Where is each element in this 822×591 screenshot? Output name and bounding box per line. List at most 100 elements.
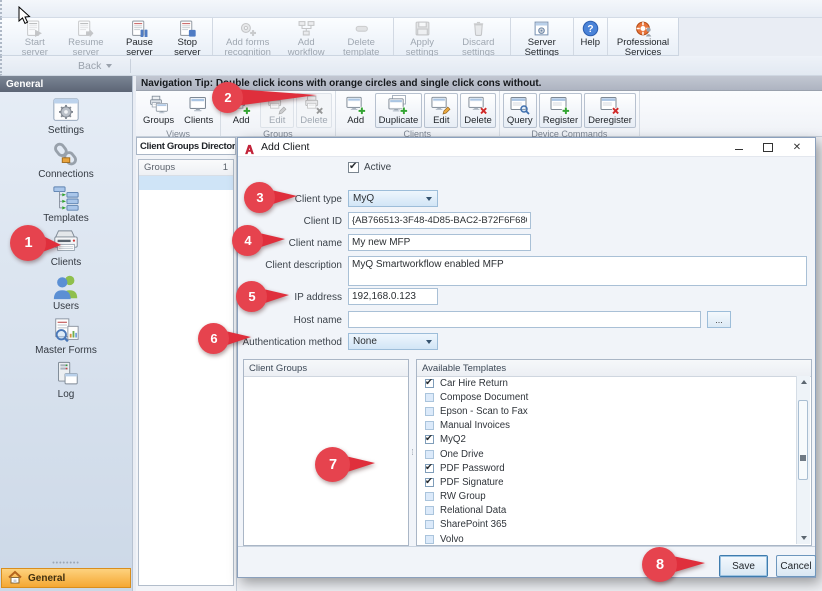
host-name-browse-button[interactable]: ... xyxy=(707,311,731,328)
menu-item[interactable] xyxy=(44,8,60,10)
sidebar-item-users[interactable]: Users xyxy=(0,273,132,317)
scroll-thumb[interactable] xyxy=(798,400,808,480)
template-item-pdf-signature[interactable]: PDF Signature xyxy=(418,475,796,489)
scroll-up-button[interactable] xyxy=(797,376,810,388)
templates-scrollbar[interactable] xyxy=(796,376,810,544)
sidebar-item-log[interactable]: Log xyxy=(0,361,132,405)
template-item-epson-scan-to-fax[interactable]: Epson - Scan to Fax xyxy=(418,404,796,418)
minimize-button[interactable] xyxy=(731,141,747,154)
toolbar-group: Professional Services xyxy=(608,18,678,55)
client-description-field[interactable]: MyQ Smartworkflow enabled MFP xyxy=(348,256,807,286)
ribbon-button-groups[interactable]: Groups xyxy=(139,93,178,128)
ribbon-button-register[interactable]: Register xyxy=(539,93,582,128)
client-id-field[interactable] xyxy=(348,212,531,229)
ribbon-button-edit[interactable]: Edit xyxy=(424,93,458,128)
toolbar-button-apply-settings[interactable]: Apply settings xyxy=(396,18,449,55)
ribbon-button-add[interactable]: Add xyxy=(339,93,373,128)
toolbar-button-discard-settings[interactable]: Discard settings xyxy=(449,18,508,55)
template-checkbox[interactable] xyxy=(425,407,434,416)
home-icon xyxy=(7,570,23,587)
template-checkbox[interactable] xyxy=(425,435,434,444)
template-item-car-hire-return[interactable]: Car Hire Return xyxy=(418,376,796,390)
template-checkbox[interactable] xyxy=(425,393,434,402)
toolbar-button-delete-template[interactable]: Delete template xyxy=(332,18,391,55)
authentication-method-label: Authentication method xyxy=(238,337,342,348)
groups-count: 1 xyxy=(223,162,228,173)
templates-icon xyxy=(50,185,82,213)
host-name-field[interactable] xyxy=(348,311,701,328)
template-item-one-drive[interactable]: One Drive xyxy=(418,447,796,461)
template-item-pdf-password[interactable]: PDF Password xyxy=(418,461,796,475)
ribbon-button-deregister[interactable]: Deregister xyxy=(584,93,636,128)
client-groups-directory: Client Groups Directory Groups 1 xyxy=(136,137,237,591)
app-logo-icon xyxy=(244,142,255,153)
server-settings-icon xyxy=(533,20,550,37)
template-item-myq2[interactable]: MyQ2 xyxy=(418,433,796,447)
template-checkbox[interactable] xyxy=(425,421,434,430)
menu-item[interactable] xyxy=(92,8,108,10)
group-row-ungrouped[interactable] xyxy=(139,176,233,190)
menu-item[interactable] xyxy=(60,8,76,10)
navigation-bar: Back xyxy=(0,56,822,76)
sidebar-item-connections[interactable]: Connections xyxy=(0,141,132,185)
template-checkbox[interactable] xyxy=(425,450,434,459)
template-checkbox[interactable] xyxy=(425,535,434,544)
groups-list-header: Groups 1 xyxy=(139,160,233,176)
template-checkbox[interactable] xyxy=(425,492,434,501)
scroll-down-button[interactable] xyxy=(797,532,810,544)
template-item-compose-document[interactable]: Compose Document xyxy=(418,390,796,404)
template-checkbox[interactable] xyxy=(425,464,434,473)
authentication-method-value: None xyxy=(349,336,426,347)
template-checkbox[interactable] xyxy=(425,506,434,515)
panel-splitter[interactable]: ⁞ xyxy=(409,359,416,546)
back-button[interactable]: Back xyxy=(10,58,122,74)
template-checkbox[interactable] xyxy=(425,478,434,487)
maximize-button[interactable] xyxy=(760,141,776,154)
toolbar-button-pause-server[interactable]: Pause server xyxy=(114,18,165,55)
sidebar-splitter[interactable]: •••••••• xyxy=(0,561,132,566)
client-type-dropdown[interactable]: MyQ xyxy=(348,190,438,207)
templates-list: Car Hire ReturnCompose DocumentEpson - S… xyxy=(418,376,796,544)
apply-settings-icon xyxy=(414,20,431,37)
dialog-title-bar[interactable]: Add Client xyxy=(238,138,815,157)
available-templates-title: Available Templates xyxy=(417,360,811,377)
authentication-method-dropdown[interactable]: None xyxy=(348,333,438,350)
template-item-relational-data[interactable]: Relational Data xyxy=(418,504,796,518)
menu-item[interactable] xyxy=(76,8,92,10)
log-icon xyxy=(50,361,82,389)
template-item-manual-invoices[interactable]: Manual Invoices xyxy=(418,419,796,433)
edit-client-icon xyxy=(431,95,451,115)
client-name-field[interactable] xyxy=(348,234,531,251)
sidebar-item-master-forms[interactable]: Master Forms xyxy=(0,317,132,361)
toolbar-button-help[interactable]: ?Help xyxy=(576,18,606,55)
template-item-volvo[interactable]: Volvo xyxy=(418,532,796,544)
active-checkbox[interactable] xyxy=(348,162,359,173)
toolbar-button-resume-server[interactable]: Resume server xyxy=(58,18,115,55)
toolbar-button-stop-server[interactable]: Stop server xyxy=(165,18,210,55)
ribbon-button-query[interactable]: Query xyxy=(503,93,537,128)
ribbon-button-delete[interactable]: Delete xyxy=(460,93,495,128)
sidebar-footer-general[interactable]: General xyxy=(1,568,131,588)
toolbar-group: ?Help xyxy=(574,18,609,55)
ip-address-field[interactable] xyxy=(348,288,438,305)
toolbar-button-server-settings[interactable]: Server Settings xyxy=(513,18,570,55)
duplicate-client-icon xyxy=(388,95,408,115)
client-description-label: Client description xyxy=(238,260,342,271)
close-button[interactable] xyxy=(789,141,805,154)
annotation-step-2: 2 xyxy=(211,81,318,114)
host-name-label: Host name xyxy=(238,315,342,326)
ribbon-button-duplicate[interactable]: Duplicate xyxy=(375,93,423,128)
save-button[interactable]: Save xyxy=(719,555,768,577)
template-item-rw-group[interactable]: RW Group xyxy=(418,490,796,504)
master-forms-icon xyxy=(50,317,82,345)
cancel-button[interactable]: Cancel xyxy=(776,555,816,577)
template-checkbox[interactable] xyxy=(425,520,434,529)
sidebar-item-settings[interactable]: Settings xyxy=(0,97,132,141)
template-item-sharepoint-365[interactable]: SharePoint 365 xyxy=(418,518,796,532)
template-checkbox[interactable] xyxy=(425,379,434,388)
toolbar-button-add-forms-recognition[interactable]: Add forms recognition xyxy=(215,18,281,55)
add-workflow-icon xyxy=(298,20,315,37)
help-icon: ? xyxy=(582,20,599,37)
toolbar-button-professional-services[interactable]: Professional Services xyxy=(610,18,676,55)
toolbar-button-add-workflow[interactable]: Add workflow xyxy=(281,18,332,55)
